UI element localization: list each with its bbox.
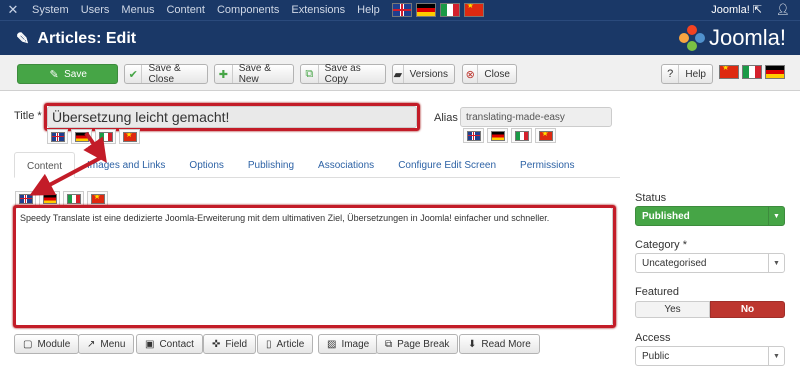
category-select[interactable]: Uncategorised ▼ [635,253,785,273]
field-button[interactable]: ✜ Field [203,334,257,354]
access-value: Public [642,350,670,362]
file-icon: ▯ [266,338,272,350]
read-more-label: Read More [481,338,531,350]
module-button[interactable]: ▢ Module [14,334,80,354]
module-label: Module [37,338,71,350]
chevron-down-icon: ▼ [768,254,784,272]
read-more-button[interactable]: ⬇ Read More [459,334,540,354]
chevron-down-icon: ▼ [768,207,784,225]
featured-no[interactable]: No [710,301,785,318]
contact-label: Contact [159,338,194,350]
menu-label: Menu [100,338,126,350]
image-label: Image [341,338,370,350]
status-value: Published [642,210,690,222]
article-label: Article [276,338,305,350]
page-break-button[interactable]: ⧉ Page Break [376,334,459,354]
status-label: Status [635,192,667,204]
share-icon: ↗ [87,338,96,350]
file-add-icon: ▢ [23,338,33,350]
contact-button[interactable]: ▣ Contact [136,334,203,354]
featured-toggle: Yes No [635,301,785,318]
featured-label: Featured [635,286,680,298]
category-value: Uncategorised [642,257,707,269]
arrow-to-editor-flag [29,154,105,196]
field-label: Field [225,338,248,350]
copy-icon: ⧉ [385,338,393,350]
page-break-label: Page Break [397,338,450,350]
access-select[interactable]: Public ▼ [635,346,785,366]
access-label: Access [635,332,671,344]
address-book-icon: ▣ [145,338,155,350]
article-button[interactable]: ▯ Article [257,334,314,354]
image-button[interactable]: ▨ Image [318,334,379,354]
featured-yes[interactable]: Yes [635,301,710,318]
category-label: Category * [635,239,687,251]
arrow-to-title-flag [83,131,107,163]
menu-button[interactable]: ↗ Menu [78,334,135,354]
chevron-down-icon: ▼ [768,347,784,365]
arrow-down-icon: ⬇ [468,338,477,350]
status-select[interactable]: Published ▼ [635,206,785,226]
picture-icon: ▨ [327,338,337,350]
puzzle-icon: ✜ [212,338,221,350]
